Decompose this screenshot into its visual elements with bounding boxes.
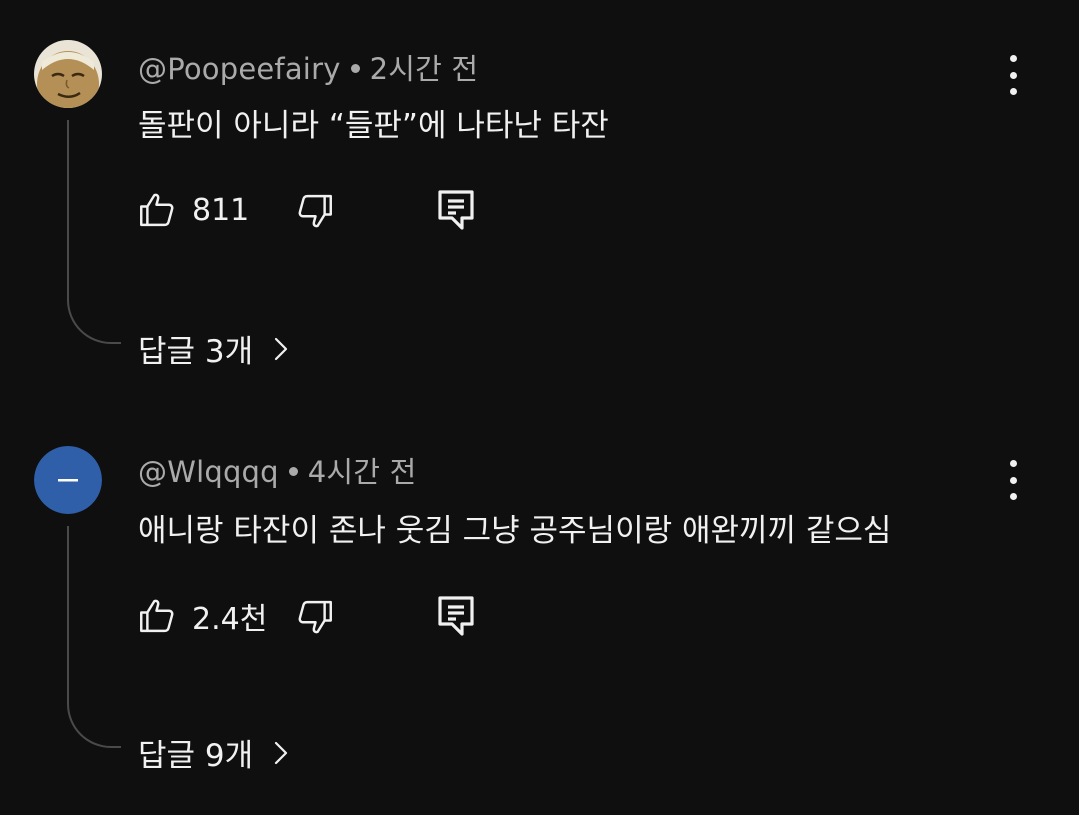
more-vertical-icon[interactable] bbox=[996, 460, 1030, 500]
thread-line bbox=[67, 526, 121, 748]
like-button[interactable]: 2.4천 bbox=[136, 594, 267, 638]
comment-meta: @Wlqqqq 4시간 전 bbox=[138, 449, 416, 491]
separator-dot bbox=[350, 63, 360, 73]
separator-dot bbox=[288, 466, 298, 476]
reply-comment-icon bbox=[438, 596, 474, 636]
avatar[interactable] bbox=[34, 446, 102, 514]
more-vertical-icon[interactable] bbox=[996, 55, 1030, 95]
avatar[interactable] bbox=[34, 40, 102, 108]
like-button[interactable]: 811 bbox=[136, 188, 249, 232]
chevron-right-icon bbox=[275, 337, 288, 360]
comment-time: 2시간 전 bbox=[369, 52, 479, 86]
author-name[interactable]: @Poopeefairy bbox=[138, 52, 341, 86]
like-count: 2.4천 bbox=[192, 602, 268, 637]
thumbs-down-icon bbox=[298, 194, 332, 228]
chevron-right-icon bbox=[275, 741, 288, 764]
reply-button[interactable] bbox=[436, 188, 476, 236]
cartoon-face-avatar-icon bbox=[34, 40, 102, 108]
dislike-button[interactable] bbox=[294, 190, 336, 236]
reply-comment-icon bbox=[438, 190, 474, 230]
dislike-button[interactable] bbox=[294, 596, 336, 642]
view-replies-button[interactable]: 답글 9개 bbox=[138, 730, 289, 775]
view-replies-button[interactable]: 답글 3개 bbox=[138, 326, 289, 371]
author-name[interactable]: @Wlqqqq bbox=[138, 455, 279, 489]
comment-text: 애니랑 타잔이 존나 웃김 그냥 공주님이랑 애완끼끼 같으심 bbox=[138, 513, 892, 549]
comment-time: 4시간 전 bbox=[307, 455, 417, 489]
thread-line bbox=[67, 120, 121, 344]
comment-meta: @Poopeefairy 2시간 전 bbox=[138, 46, 478, 88]
replies-count: 답글 9개 bbox=[138, 738, 254, 774]
reply-button[interactable] bbox=[436, 594, 476, 642]
default-blue-avatar-icon bbox=[34, 446, 102, 514]
thumbs-up-icon bbox=[140, 193, 174, 227]
comment-text: 돌판이 아니라 “들판”에 나타난 타잔 bbox=[138, 108, 609, 144]
replies-count: 답글 3개 bbox=[138, 334, 254, 370]
thumbs-down-icon bbox=[298, 600, 332, 634]
like-count: 811 bbox=[192, 192, 250, 228]
thumbs-up-icon bbox=[140, 599, 174, 633]
